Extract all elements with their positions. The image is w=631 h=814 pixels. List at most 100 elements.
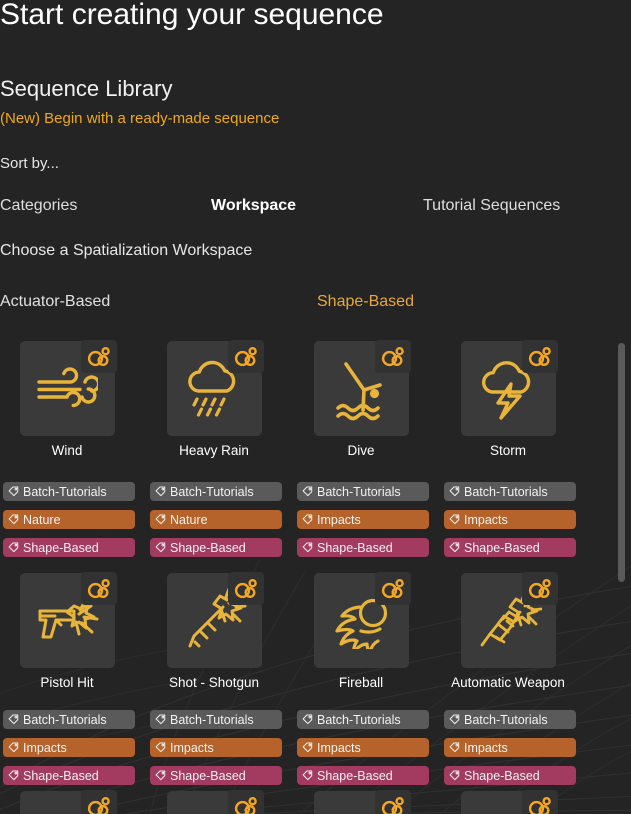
sequence-card-thumbnail[interactable] <box>460 572 558 668</box>
tag-label: Shape-Based <box>23 540 99 555</box>
sequence-card-thumbnail[interactable] <box>313 790 411 814</box>
spatialization-icon[interactable] <box>80 572 117 605</box>
tag-chip[interactable]: Impacts <box>297 510 429 529</box>
sequence-card-thumbnail[interactable] <box>460 340 558 436</box>
sequence-card-thumbnail[interactable] <box>313 340 411 436</box>
tag-chip[interactable]: Shape-Based <box>444 538 576 557</box>
tab-tutorial-sequences[interactable]: Tutorial Sequences <box>423 197 560 215</box>
tab-workspace[interactable]: Workspace <box>211 197 296 215</box>
tag-label: Batch-Tutorials <box>170 712 254 727</box>
sequence-card-thumbnail[interactable] <box>19 340 117 436</box>
tag-chip[interactable]: Batch-Tutorials <box>3 482 135 501</box>
tag-chip[interactable]: Impacts <box>444 510 576 529</box>
tag-chip[interactable]: Batch-Tutorials <box>150 482 282 501</box>
tag-chip[interactable]: Batch-Tutorials <box>444 710 576 729</box>
tag-label: Batch-Tutorials <box>170 484 254 499</box>
sequence-card[interactable]: Fireball <box>291 572 431 690</box>
tab-categories[interactable]: Categories <box>0 197 77 215</box>
sequence-card-tags: Batch-Tutorials Impacts Shape-Based <box>297 482 429 566</box>
sequence-card-thumbnail[interactable] <box>19 572 117 668</box>
spatialization-icon[interactable] <box>227 340 264 373</box>
tag-label: Nature <box>23 512 61 527</box>
tag-chip[interactable]: Nature <box>3 510 135 529</box>
spatialization-icon[interactable] <box>227 572 264 605</box>
tag-label: Batch-Tutorials <box>23 712 107 727</box>
sequence-card[interactable] <box>291 790 431 814</box>
spatialization-icon[interactable] <box>374 572 411 605</box>
tag-chip[interactable]: Batch-Tutorials <box>444 482 576 501</box>
tag-chip[interactable]: Shape-Based <box>297 538 429 557</box>
tag-icon <box>8 770 19 781</box>
tag-chip[interactable]: Impacts <box>297 738 429 757</box>
sequence-card-thumbnail[interactable] <box>166 790 264 814</box>
tag-icon <box>302 486 313 497</box>
tag-label: Impacts <box>170 740 214 755</box>
sequence-card-thumbnail[interactable] <box>166 340 264 436</box>
workspace-filter-actuator-based[interactable]: Actuator-Based <box>0 293 110 311</box>
tag-icon <box>302 742 313 753</box>
sequence-card-thumbnail[interactable] <box>19 790 117 814</box>
tag-label: Batch-Tutorials <box>464 712 548 727</box>
workspace-filter-shape-based[interactable]: Shape-Based <box>317 293 414 311</box>
tag-chip[interactable]: Nature <box>150 510 282 529</box>
tag-label: Impacts <box>464 740 508 755</box>
spatialization-icon[interactable] <box>80 340 117 373</box>
sequence-card[interactable]: Automatic Weapon <box>438 572 578 690</box>
tag-chip[interactable]: Shape-Based <box>297 766 429 785</box>
tag-icon <box>449 514 460 525</box>
tag-chip[interactable]: Impacts <box>150 738 282 757</box>
sequence-card[interactable] <box>438 790 578 814</box>
tag-label: Batch-Tutorials <box>317 712 401 727</box>
tag-icon <box>449 714 460 725</box>
sequence-card-name: Pistol Hit <box>40 675 94 690</box>
page-title: Start creating your sequence <box>0 0 384 31</box>
spatialization-icon[interactable] <box>374 340 411 373</box>
sequence-card-thumbnail[interactable] <box>460 790 558 814</box>
sequence-card[interactable]: Dive <box>291 340 431 458</box>
tag-label: Shape-Based <box>170 540 246 555</box>
sequence-card[interactable] <box>144 790 284 814</box>
tag-label: Impacts <box>23 740 67 755</box>
tag-chip[interactable]: Shape-Based <box>444 766 576 785</box>
spatialization-icon[interactable] <box>227 790 264 814</box>
spatialization-icon[interactable] <box>521 572 558 605</box>
tag-icon <box>302 714 313 725</box>
grid-scrollbar-thumb[interactable] <box>618 343 625 582</box>
tag-label: Shape-Based <box>464 768 540 783</box>
spatialization-icon[interactable] <box>521 340 558 373</box>
tag-label: Batch-Tutorials <box>464 484 548 499</box>
sequence-card-thumbnail[interactable] <box>313 572 411 668</box>
tag-chip[interactable]: Impacts <box>3 738 135 757</box>
sequence-card[interactable]: Wind <box>0 340 137 458</box>
sequence-card-name: Heavy Rain <box>179 443 249 458</box>
tag-icon <box>8 486 19 497</box>
sequence-card[interactable]: Pistol Hit <box>0 572 137 690</box>
sequence-card-tags: Batch-Tutorials Nature Shape-Based <box>150 482 282 566</box>
tag-chip[interactable]: Batch-Tutorials <box>297 482 429 501</box>
tag-chip[interactable]: Shape-Based <box>3 538 135 557</box>
tag-chip[interactable]: Shape-Based <box>150 538 282 557</box>
tag-chip[interactable]: Batch-Tutorials <box>297 710 429 729</box>
tag-label: Shape-Based <box>464 540 540 555</box>
sequence-card[interactable] <box>0 790 137 814</box>
tag-label: Batch-Tutorials <box>317 484 401 499</box>
sequence-card-tags: Batch-Tutorials Nature Shape-Based <box>3 482 135 566</box>
sequence-card[interactable]: Storm <box>438 340 578 458</box>
tag-label: Shape-Based <box>23 768 99 783</box>
grid-scrollbar[interactable] <box>618 338 625 808</box>
tag-chip[interactable]: Impacts <box>444 738 576 757</box>
spatialization-icon[interactable] <box>80 790 117 814</box>
sequence-card[interactable]: Shot - Shotgun <box>144 572 284 690</box>
tag-chip[interactable]: Shape-Based <box>3 766 135 785</box>
tag-chip[interactable]: Batch-Tutorials <box>150 710 282 729</box>
sequence-card[interactable]: Heavy Rain <box>144 340 284 458</box>
tag-icon <box>8 714 19 725</box>
tag-chip[interactable]: Shape-Based <box>150 766 282 785</box>
tag-chip[interactable]: Batch-Tutorials <box>3 710 135 729</box>
tag-icon <box>155 742 166 753</box>
sequence-card-name: Automatic Weapon <box>451 675 565 690</box>
spatialization-icon[interactable] <box>521 790 558 814</box>
tag-label: Shape-Based <box>170 768 246 783</box>
sequence-card-thumbnail[interactable] <box>166 572 264 668</box>
spatialization-icon[interactable] <box>374 790 411 814</box>
